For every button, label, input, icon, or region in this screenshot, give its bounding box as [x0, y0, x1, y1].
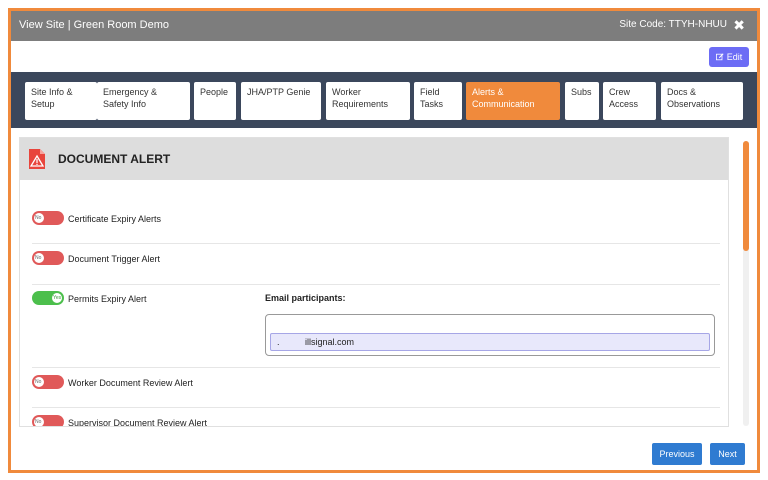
worker-document-review-toggle[interactable]: No [32, 375, 64, 389]
toggle-text: No [35, 215, 42, 221]
panel-scrollbar[interactable] [743, 141, 749, 426]
supervisor-document-review-toggle[interactable]: No [32, 415, 64, 426]
permits-expiry-label: Permits Expiry Alert [68, 294, 147, 304]
toggle-text: No [35, 419, 42, 425]
edit-button[interactable]: Edit [709, 47, 749, 67]
alert-row-document-trigger: No Document Trigger Alert [32, 248, 720, 285]
site-code: Site Code: TTYH-NHUU [619, 19, 727, 30]
site-modal: View Site | Green Room Demo Site Code: T… [8, 8, 760, 473]
tab-site-info[interactable]: Site Info & Setup [25, 82, 97, 120]
document-trigger-toggle[interactable]: No [32, 251, 64, 265]
section-header: DOCUMENT ALERT [20, 138, 728, 180]
document-alert-panel: DOCUMENT ALERT No Certificate Expiry Ale… [19, 137, 729, 427]
certificate-expiry-label: Certificate Expiry Alerts [68, 214, 162, 224]
edit-label: Edit [726, 52, 743, 62]
tab-worker-requirements[interactable]: Worker Requirements [326, 82, 410, 120]
section-heading: DOCUMENT ALERT [58, 152, 171, 166]
edit-icon [715, 53, 724, 61]
tab-crew-access[interactable]: Crew Access [603, 82, 656, 120]
title-bar: View Site | Green Room Demo Site Code: T… [11, 11, 757, 41]
email-chip[interactable]: . illsignal.com [270, 333, 710, 351]
permits-expiry-toggle[interactable]: Yes [32, 291, 64, 305]
email-chip-prefix: . [277, 337, 280, 347]
tab-alerts-communication[interactable]: Alerts & Communication [466, 82, 560, 120]
scrollbar-thumb[interactable] [743, 141, 749, 251]
alert-row-supervisor-document-review: No Supervisor Document Review Alert [32, 412, 720, 427]
toggle-text: No [35, 379, 42, 385]
tab-people[interactable]: People [194, 82, 236, 120]
document-trigger-label: Document Trigger Alert [68, 254, 161, 264]
tab-bar: Site Info & Setup Emergency & Safety Inf… [11, 72, 757, 128]
tab-subs[interactable]: Subs [565, 82, 599, 120]
tab-field-tasks[interactable]: Field Tasks [414, 82, 462, 120]
email-chip-value: illsignal.com [305, 337, 355, 347]
toggle-text: No [35, 255, 42, 261]
close-icon[interactable]: ✖ [733, 17, 745, 34]
window-title: View Site | Green Room Demo [19, 19, 169, 31]
certificate-expiry-toggle[interactable]: No [32, 211, 64, 225]
tab-emergency-safety[interactable]: Emergency & Safety Info [97, 82, 190, 120]
next-button[interactable]: Next [710, 443, 745, 465]
tab-docs-observations[interactable]: Docs & Observations [661, 82, 743, 120]
email-participants-label: Email participants: [265, 293, 346, 303]
supervisor-document-review-label: Supervisor Document Review Alert [68, 418, 208, 427]
email-participants-input[interactable]: . illsignal.com [265, 314, 715, 356]
alert-row-certificate-expiry: No Certificate Expiry Alerts [32, 208, 720, 244]
tab-jha-ptp[interactable]: JHA/PTP Genie [241, 82, 321, 120]
previous-button[interactable]: Previous [652, 443, 702, 465]
document-warning-icon [29, 149, 45, 169]
worker-document-review-label: Worker Document Review Alert [68, 378, 193, 388]
toggle-text: Yes [53, 295, 62, 301]
alert-row-worker-document-review: No Worker Document Review Alert [32, 372, 720, 408]
